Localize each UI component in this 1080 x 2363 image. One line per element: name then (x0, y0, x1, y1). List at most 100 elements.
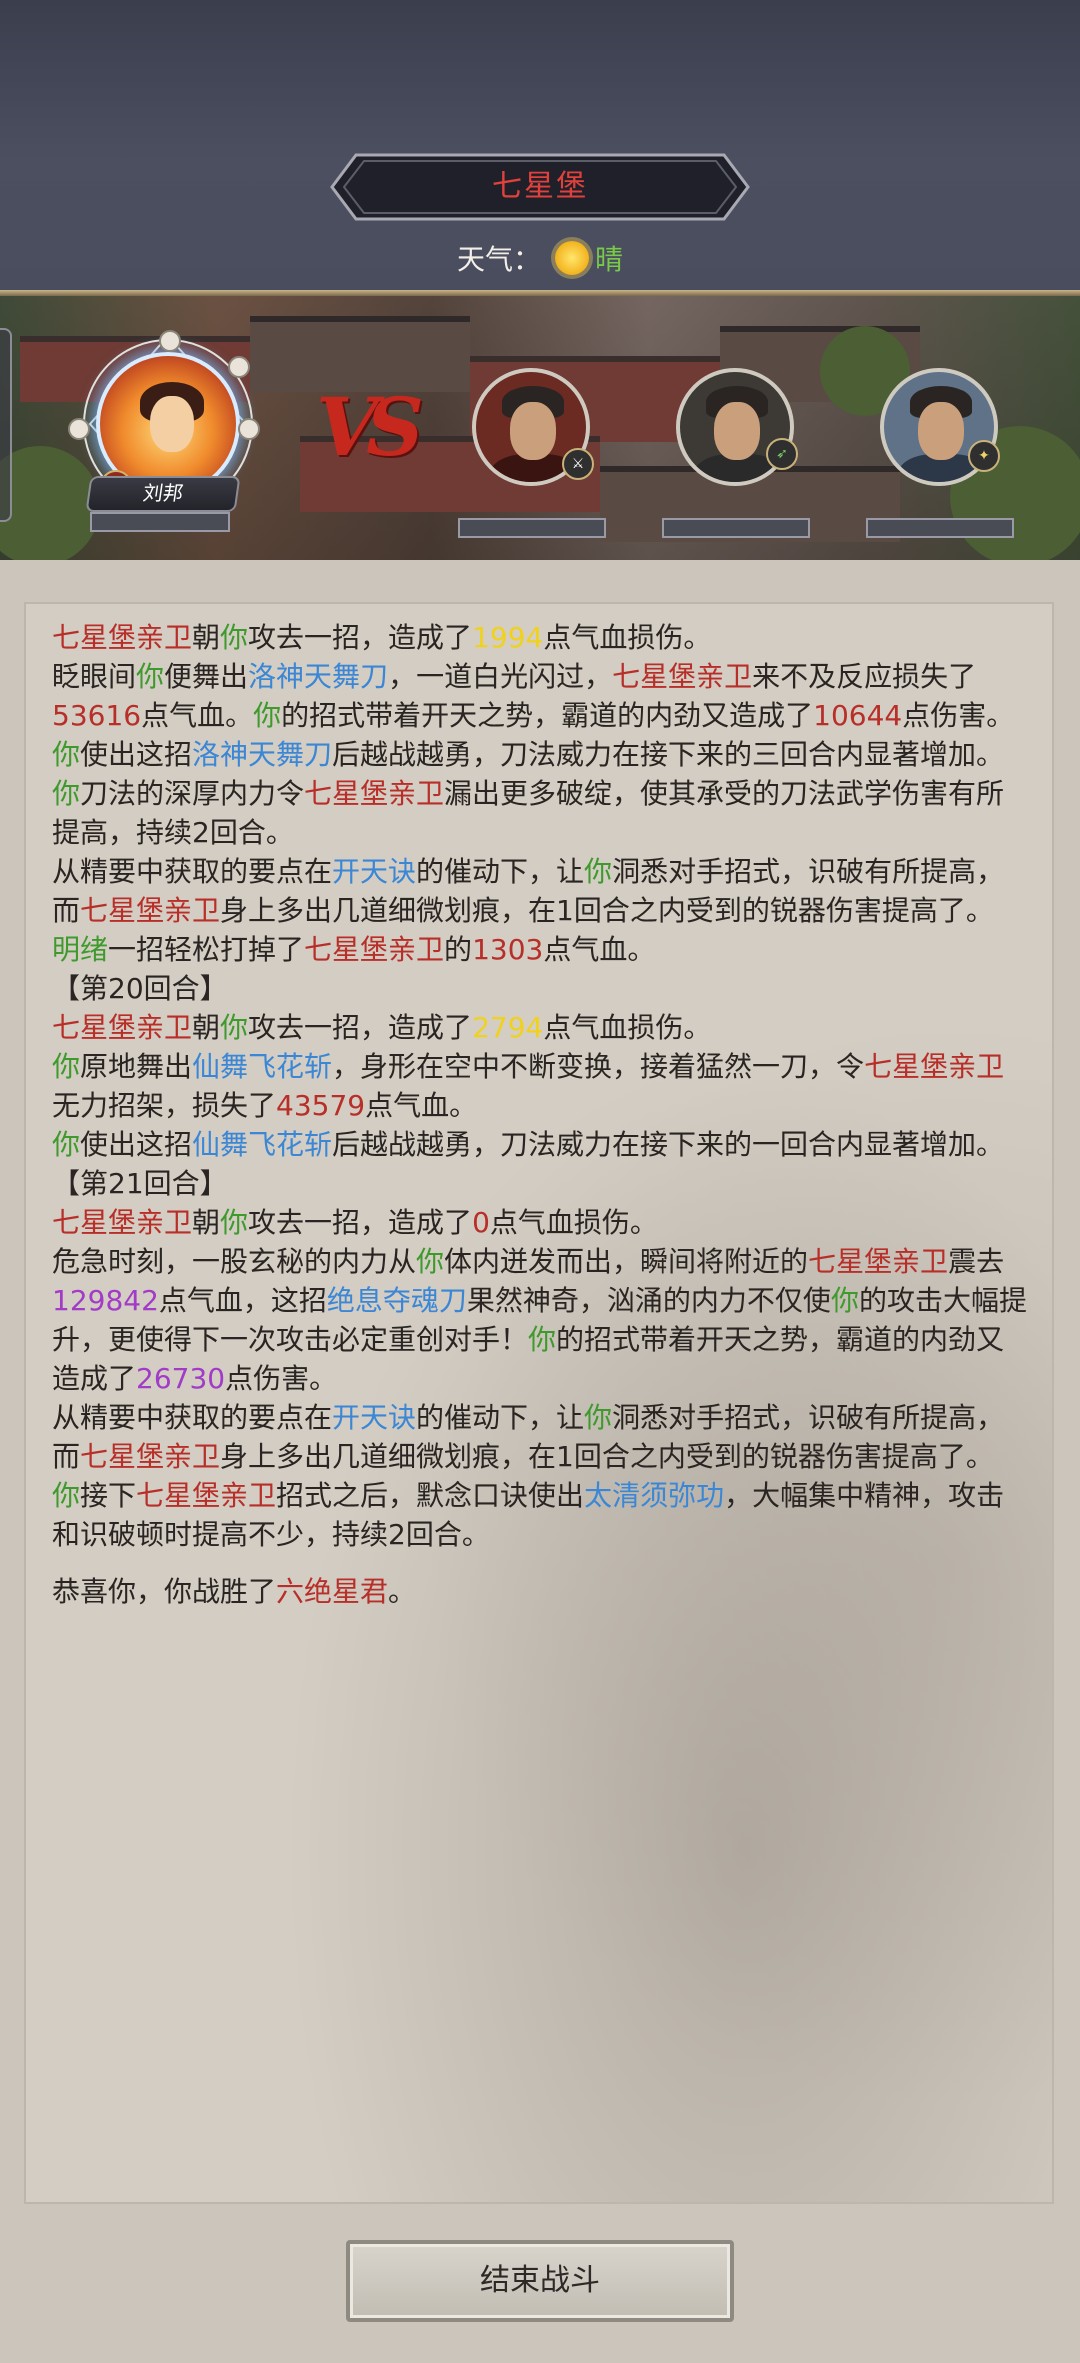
log-fragment: 七星堡亲卫 (808, 1245, 949, 1278)
log-fragment: 来不及反应损失了 (752, 660, 977, 693)
log-fragment: 你 (830, 1284, 859, 1317)
enemy-class-icon: ➶ (766, 438, 798, 470)
log-fragment: 点气血。 (543, 933, 656, 966)
log-fragment: 的催动下，让 (416, 1401, 585, 1434)
log-spacer (52, 1554, 1032, 1572)
log-line: 明绪一招轻松打掉了七星堡亲卫的1303点气血。 (52, 930, 1032, 969)
weather-display: 天气： 晴 (0, 236, 1080, 280)
log-line: 七星堡亲卫朝你攻去一招，造成了0点气血损伤。 (52, 1203, 1032, 1242)
enemy-hp-bar-2 (662, 518, 810, 538)
log-fragment: 1303 (472, 933, 544, 966)
star-orb-icon (68, 418, 90, 440)
log-fragment: 七星堡亲卫 (304, 777, 445, 810)
log-fragment: 你 (52, 777, 81, 810)
log-line: 七星堡亲卫朝你攻去一招，造成了2794点气血损伤。 (52, 1008, 1032, 1047)
log-fragment: 你 (584, 855, 613, 888)
log-fragment: 六绝星君 (276, 1575, 389, 1608)
log-fragment: 点伤害。 (902, 699, 1015, 732)
log-fragment: 七星堡亲卫 (80, 894, 221, 927)
log-fragment: 七星堡亲卫 (612, 660, 753, 693)
log-fragment: 10644 (813, 699, 903, 732)
side-drawer-handle[interactable] (0, 328, 12, 522)
log-fragment: 。 (388, 1575, 417, 1608)
log-fragment: 眨眼间 (52, 660, 137, 693)
log-fragment: 太清须弥功 (584, 1479, 725, 1512)
log-line: 你使出这招洛神天舞刀后越战越勇，刀法威力在接下来的三回合内显著增加。 (52, 735, 1032, 774)
log-line: 你使出这招仙舞飞花斩后越战越勇，刀法威力在接下来的一回合内显著增加。 (52, 1125, 1032, 1164)
log-fragment: 恭喜你，你战胜了 (52, 1575, 277, 1608)
enemy-face (714, 402, 760, 460)
round-header: 【第21回合】 (52, 1164, 1032, 1203)
vs-icon: VS (316, 380, 424, 474)
log-fragment: 绝息夺魂刀 (326, 1284, 467, 1317)
log-fragment: 七星堡亲卫 (136, 1479, 277, 1512)
log-fragment: 你 (528, 1323, 557, 1356)
log-fragment: 七星堡亲卫 (864, 1050, 1005, 1083)
location-title-plate: 七星堡 (330, 153, 750, 221)
log-fragment: 53616 (52, 699, 142, 732)
log-fragment: 你 (52, 1050, 81, 1083)
log-fragment: 震去 (948, 1245, 1005, 1278)
log-fragment: 攻去一招，造成了 (248, 1206, 473, 1239)
log-line: 你接下七星堡亲卫招式之后，默念口诀使出太清须弥功，大幅集中精神，攻击和识破顿时提… (52, 1476, 1032, 1554)
log-fragment: 点伤害。 (225, 1362, 338, 1395)
log-fragment: 七星堡亲卫 (80, 1440, 221, 1473)
log-fragment: 朝 (192, 1206, 221, 1239)
log-fragment: 刀法的深厚内力令 (80, 777, 305, 810)
log-fragment: 仙舞飞花斩 (192, 1128, 333, 1161)
log-fragment: 【第20回合】 (52, 972, 228, 1005)
log-line: 恭喜你，你战胜了六绝星君。 (52, 1572, 1032, 1611)
log-fragment: 身上多出几道细微划痕，在1回合之内受到的锐器伤害提高了。 (220, 1440, 994, 1473)
star-orb-icon (159, 330, 181, 352)
log-line: 从精要中获取的要点在开天诀的催动下，让你洞悉对手招式，识破有所提高，而七星堡亲卫… (52, 852, 1032, 930)
log-fragment: 点气血。 (141, 699, 254, 732)
weather-value: 晴 (595, 243, 624, 276)
log-line: 眨眼间你便舞出洛神天舞刀，一道白光闪过，七星堡亲卫来不及反应损失了 53616点气… (52, 657, 1032, 735)
log-fragment: 从精要中获取的要点在 (52, 1401, 333, 1434)
log-fragment: 开天诀 (332, 1401, 417, 1434)
log-fragment: 43579 (276, 1089, 366, 1122)
log-fragment: ，身形在空中不断变换，接着猛然一刀，令 (332, 1050, 865, 1083)
log-fragment: 攻去一招，造成了 (248, 621, 473, 654)
log-line: 你刀法的深厚内力令七星堡亲卫漏出更多破绽，使其承受的刀法武学伤害有所提高，持续2… (52, 774, 1032, 852)
star-orb-icon (238, 418, 260, 440)
log-fragment: 0 (472, 1206, 490, 1239)
log-fragment: ，一道白光闪过， (388, 660, 613, 693)
log-fragment: 洛神天舞刀 (192, 738, 333, 771)
log-fragment: 点气血，这招 (158, 1284, 327, 1317)
star-orb-icon (228, 356, 250, 378)
enemy-class-icon: ✦ (968, 440, 1000, 472)
log-fragment: 从精要中获取的要点在 (52, 855, 333, 888)
log-fragment: 129842 (52, 1284, 159, 1317)
log-line: 你原地舞出仙舞飞花斩，身形在空中不断变换，接着猛然一刀，令七星堡亲卫无力招架，损… (52, 1047, 1032, 1125)
log-fragment: 七星堡亲卫 (52, 1011, 193, 1044)
round-header: 【第20回合】 (52, 969, 1032, 1008)
log-fragment: 招式之后，默念口诀使出 (276, 1479, 585, 1512)
log-fragment: 你 (220, 1206, 249, 1239)
weather-label: 天气： (456, 243, 541, 276)
log-fragment: 1994 (472, 621, 544, 654)
location-title: 七星堡 (492, 169, 588, 204)
log-fragment: 开天诀 (332, 855, 417, 888)
enemy-hp-bar-3 (866, 518, 1014, 538)
enemy-face (918, 402, 964, 460)
log-fragment: 朝 (192, 621, 221, 654)
avatar-face (150, 396, 194, 452)
end-battle-button[interactable]: 结束战斗 (346, 2240, 734, 2322)
log-fragment: 你 (584, 1401, 613, 1434)
log-fragment: 你 (416, 1245, 445, 1278)
log-fragment: 后越战越勇，刀法威力在接下来的一回合内显著增加。 (332, 1128, 1005, 1161)
log-fragment: 点气血损伤。 (543, 621, 712, 654)
log-fragment: 危急时刻，一股玄秘的内力从 (52, 1245, 417, 1278)
enemy-face (510, 402, 556, 460)
log-fragment: 攻去一招，造成了 (248, 1011, 473, 1044)
combat-log-panel[interactable]: 七星堡亲卫朝你攻去一招，造成了1994点气血损伤。 眨眼间你便舞出洛神天舞刀，一道… (24, 602, 1054, 2204)
player-hp-bar (90, 512, 230, 532)
log-line: 危急时刻，一股玄秘的内力从你体内迸发而出，瞬间将附近的七星堡亲卫震去129842… (52, 1242, 1032, 1398)
log-fragment: 后越战越勇，刀法威力在接下来的三回合内显著增加。 (332, 738, 1005, 771)
log-fragment: 使出这招 (80, 1128, 193, 1161)
log-fragment: 接下 (80, 1479, 137, 1512)
log-fragment: 26730 (136, 1362, 226, 1395)
log-fragment: 你 (220, 1011, 249, 1044)
log-fragment: 体内迸发而出，瞬间将附近的 (444, 1245, 809, 1278)
